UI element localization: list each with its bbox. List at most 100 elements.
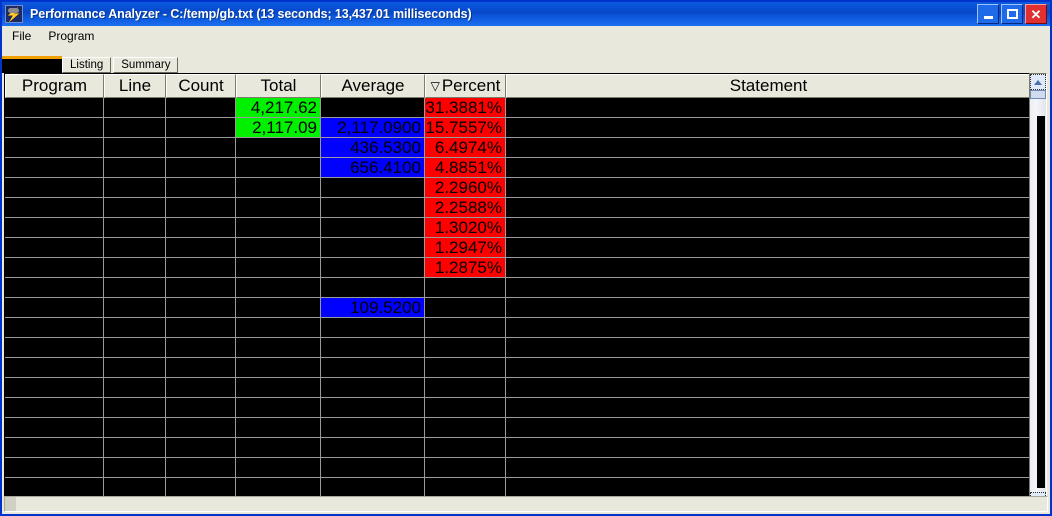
table-row[interactable] <box>5 318 1030 338</box>
horizontal-scrollbar[interactable] <box>4 496 1048 512</box>
scrollbar-thumb[interactable] <box>1030 90 1046 99</box>
table-cell-statement <box>506 138 1030 157</box>
table-cell-total <box>236 178 321 197</box>
table-cell-statement <box>506 218 1030 237</box>
table-row[interactable]: 1.2875% <box>5 258 1030 278</box>
table-cell-statement <box>506 118 1030 137</box>
table-cell-average <box>321 198 425 217</box>
table-cell-percent <box>425 478 506 497</box>
table-row[interactable]: 1.2947% <box>5 238 1030 258</box>
vertical-scrollbar[interactable] <box>1029 73 1047 509</box>
table-cell-count <box>166 438 236 457</box>
lightning-bolt-icon: ⚡ <box>5 5 23 23</box>
sort-descending-icon: ▽ <box>430 79 440 93</box>
table-cell-statement <box>506 438 1030 457</box>
menu-item-program[interactable]: Program <box>41 28 101 44</box>
column-header-average[interactable]: Average <box>321 74 425 98</box>
table-cell-count <box>166 298 236 317</box>
table-row[interactable]: 4,217.62 31.3881% <box>5 98 1030 118</box>
table-cell-count <box>166 258 236 277</box>
column-header-total[interactable]: Total <box>236 74 321 98</box>
table-row[interactable]: 109.5200 <box>5 298 1030 318</box>
tab-summary[interactable]: Summary <box>113 57 179 73</box>
table-cell-percent <box>425 438 506 457</box>
table-cell-count <box>166 458 236 477</box>
table-cell-average: 436.5300 <box>321 138 425 157</box>
table-cell-percent: 1.3020% <box>425 218 506 237</box>
table-cell-statement <box>506 258 1030 277</box>
table-cell-count <box>166 178 236 197</box>
table-cell-program <box>5 118 104 137</box>
table-cell-line <box>104 418 166 437</box>
table-cell-percent: 31.3881% <box>425 98 506 117</box>
close-icon: ✕ <box>1030 6 1042 22</box>
column-header-statement[interactable]: Statement <box>506 74 1030 98</box>
table-header-row: Program Line Count Total Average ▽ Perce… <box>5 74 1030 98</box>
tab-listing[interactable]: Listing <box>62 57 112 73</box>
table-cell-percent: 2.2960% <box>425 178 506 197</box>
table-cell-percent <box>425 458 506 477</box>
table-row[interactable]: 656.4100 4.8851% <box>5 158 1030 178</box>
table-cell-total <box>236 238 321 257</box>
table-cell-percent: 2.2588% <box>425 198 506 217</box>
table-row[interactable] <box>5 418 1030 438</box>
table-cell-total <box>236 278 321 297</box>
table-cell-total <box>236 198 321 217</box>
table-row[interactable]: 436.5300 6.4974% <box>5 138 1030 158</box>
table-row[interactable]: 2,117.09 2,117.0900 15.7557% <box>5 118 1030 138</box>
table-row[interactable] <box>5 338 1030 358</box>
table-row[interactable] <box>5 438 1030 458</box>
table-cell-line <box>104 258 166 277</box>
table-cell-average <box>321 258 425 277</box>
minimize-button[interactable] <box>977 4 999 24</box>
table-cell-line <box>104 198 166 217</box>
table-cell-average: 656.4100 <box>321 158 425 177</box>
column-header-percent[interactable]: ▽ Percent <box>425 74 506 98</box>
table-cell-statement <box>506 358 1030 377</box>
table-row[interactable] <box>5 378 1030 398</box>
table-cell-percent: 15.7557% <box>425 118 506 137</box>
scroll-up-button[interactable] <box>1030 74 1046 90</box>
table-cell-line <box>104 218 166 237</box>
maximize-button[interactable] <box>1001 4 1023 24</box>
table-row[interactable] <box>5 278 1030 298</box>
table-cell-average <box>321 378 425 397</box>
table-cell-statement <box>506 278 1030 297</box>
table-row[interactable] <box>5 458 1030 478</box>
column-header-percent-label: Percent <box>441 76 501 95</box>
table-cell-percent <box>425 278 506 297</box>
table-cell-percent: 6.4974% <box>425 138 506 157</box>
table-cell-statement <box>506 478 1030 497</box>
window-controls: ✕ <box>977 4 1047 24</box>
table-cell-total <box>236 318 321 337</box>
table-cell-percent: 4.8851% <box>425 158 506 177</box>
table-cell-average <box>321 218 425 237</box>
table-cell-total <box>236 478 321 497</box>
table-cell-program <box>5 278 104 297</box>
column-header-line[interactable]: Line <box>104 74 166 98</box>
menu-item-file[interactable]: File <box>5 28 38 44</box>
column-header-program[interactable]: Program <box>5 74 104 98</box>
close-button[interactable]: ✕ <box>1025 4 1047 24</box>
table-cell-line <box>104 378 166 397</box>
client-area: Listing Summary Program Line Count Total… <box>2 45 1050 514</box>
table-cell-program <box>5 238 104 257</box>
table-row[interactable] <box>5 358 1030 378</box>
table-cell-line <box>104 158 166 177</box>
table-cell-count <box>166 218 236 237</box>
table-row[interactable]: 2.2960% <box>5 178 1030 198</box>
table-cell-line <box>104 318 166 337</box>
table-cell-program <box>5 378 104 397</box>
table-cell-total: 4,217.62 <box>236 98 321 117</box>
table-cell-average <box>321 418 425 437</box>
table-row[interactable]: 2.2588% <box>5 198 1030 218</box>
table-cell-total <box>236 338 321 357</box>
table-row[interactable] <box>5 398 1030 418</box>
table-cell-count <box>166 118 236 137</box>
table-row[interactable] <box>5 478 1030 498</box>
table-cell-statement <box>506 98 1030 117</box>
table-cell-percent <box>425 338 506 357</box>
table-row[interactable]: 1.3020% <box>5 218 1030 238</box>
table-cell-line <box>104 358 166 377</box>
column-header-count[interactable]: Count <box>166 74 236 98</box>
